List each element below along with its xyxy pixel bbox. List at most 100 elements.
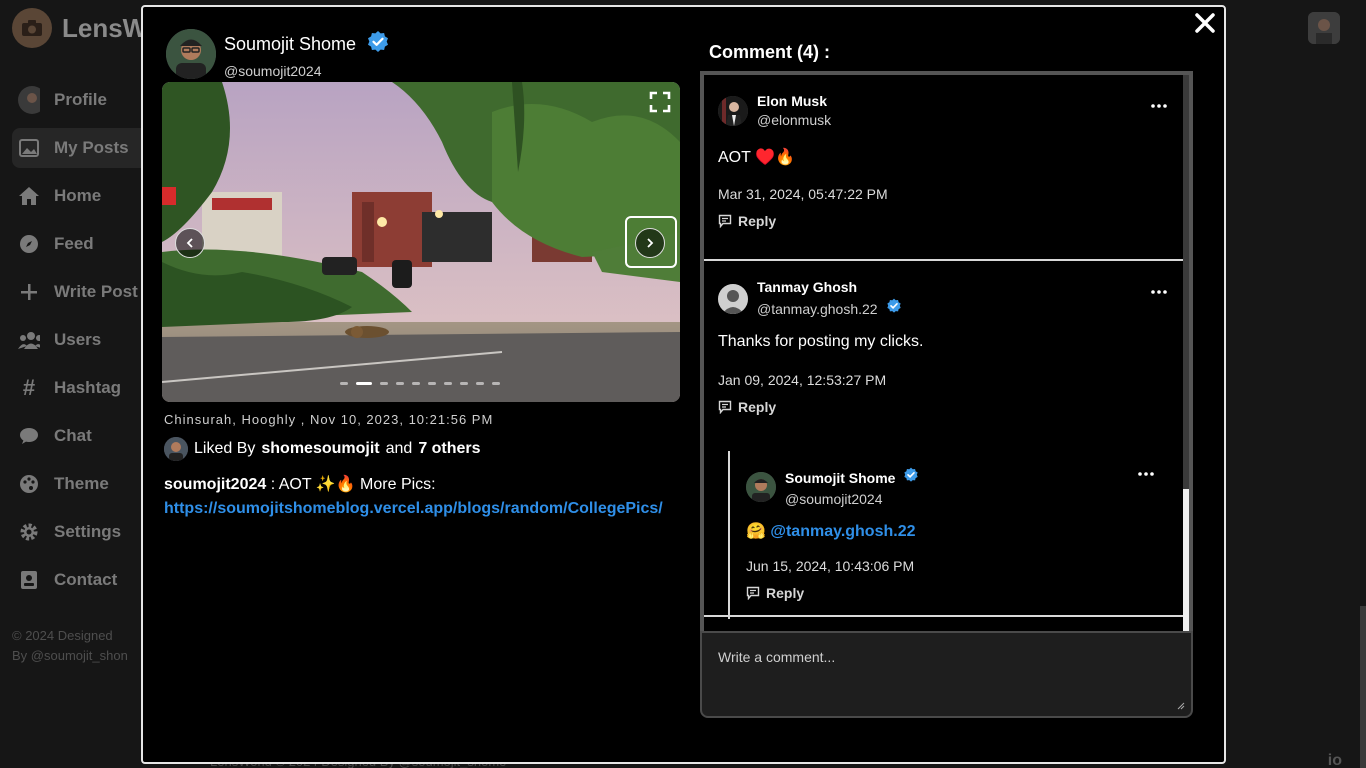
sidebar-item-hashtag[interactable]: # Hashtag — [12, 368, 152, 408]
more-options-icon[interactable] — [1151, 281, 1167, 299]
post-image — [162, 82, 680, 402]
carousel-next-button[interactable] — [635, 228, 665, 258]
users-icon — [18, 329, 40, 351]
mention-link[interactable]: @tanmay.ghosh.22 — [770, 523, 915, 540]
reply-button[interactable]: Reply — [718, 213, 776, 229]
carousel-indicators — [340, 382, 500, 385]
comment-input[interactable] — [702, 633, 1191, 716]
sidebar-item-label: Home — [54, 186, 102, 205]
comment-timestamp: Jan 09, 2024, 12:53:27 PM — [718, 372, 887, 388]
sidebar-item-theme[interactable]: Theme — [12, 464, 152, 504]
carousel-dot[interactable] — [396, 382, 404, 385]
liked-by-user[interactable]: shomesoumojit — [261, 440, 379, 458]
comment-author-name[interactable]: Elon Musk — [757, 93, 827, 109]
verified-badge-icon — [886, 298, 902, 319]
image-icon — [18, 137, 40, 159]
carousel-dot[interactable] — [412, 382, 420, 385]
close-button[interactable] — [1191, 9, 1219, 37]
carousel-dot[interactable] — [460, 382, 468, 385]
carousel-prev-button[interactable] — [175, 228, 205, 258]
sidebar-item-label: Write Post — [54, 282, 138, 301]
sidebar-item-chat[interactable]: Chat — [12, 416, 152, 456]
carousel-dot[interactable] — [340, 382, 348, 385]
likes-summary[interactable]: Liked By shomesoumojit and 7 others — [164, 437, 481, 461]
carousel-dot[interactable] — [476, 382, 484, 385]
page-scrollbar[interactable] — [1360, 606, 1366, 768]
caption-username[interactable]: soumojit2024 — [164, 476, 266, 493]
palette-icon — [18, 473, 40, 495]
sidebar-item-label: Feed — [54, 234, 94, 253]
fullscreen-icon — [649, 91, 671, 113]
comment-text: Thanks for posting my clicks. — [718, 333, 924, 350]
sidebar-item-settings[interactable]: Settings — [12, 512, 152, 552]
sidebar-item-home[interactable]: Home — [12, 176, 152, 216]
carousel-dot[interactable] — [428, 382, 436, 385]
comment-timestamp: Mar 31, 2024, 05:47:22 PM — [718, 186, 888, 202]
sidebar-item-label: Contact — [54, 570, 118, 589]
chat-icon — [18, 425, 40, 447]
sidebar-item-profile[interactable]: Profile — [12, 80, 152, 120]
comments-title: Comment (4) : — [709, 42, 830, 62]
comment-item: Tanmay Ghosh @tanmay.ghosh.22 Thanks for… — [704, 261, 1187, 619]
plus-icon — [18, 281, 40, 303]
more-options-icon[interactable] — [1138, 463, 1154, 481]
carousel-dot[interactable] — [444, 382, 452, 385]
sidebar-item-users[interactable]: Users — [12, 320, 152, 360]
avatar[interactable] — [718, 95, 748, 126]
app-logo[interactable]: LensW — [12, 8, 147, 48]
avatar[interactable] — [166, 29, 216, 79]
avatar[interactable] — [718, 284, 748, 314]
more-options-icon[interactable] — [1151, 95, 1167, 113]
comment-author-handle: @tanmay.ghosh.22 — [757, 300, 878, 317]
sidebar-item-write-post[interactable]: Write Post — [12, 272, 152, 312]
post-location-date: Chinsurah, Hooghly , Nov 10, 2023, 10:21… — [164, 412, 494, 427]
post-caption: soumojit2024 : AOT ✨🔥 More Pics: https:/… — [164, 473, 684, 521]
sidebar-item-label: Settings — [54, 522, 122, 541]
liked-by-prefix: Liked By — [194, 440, 256, 457]
comments-list[interactable]: Elon Musk @elonmusk AOT ♥️🔥 Mar 31, 2024… — [700, 71, 1193, 633]
compass-icon — [18, 233, 40, 255]
sidebar-item-label: Profile — [54, 90, 107, 109]
comment-timestamp: Jun 15, 2024, 10:43:06 PM — [746, 558, 915, 574]
sidebar-item-contact[interactable]: Contact — [12, 560, 152, 600]
comment-emoji: 🤗 — [746, 523, 766, 540]
avatar — [18, 86, 40, 114]
caption-link[interactable]: https://soumojitshomeblog.vercel.app/blo… — [164, 500, 663, 517]
liked-by-others[interactable]: 7 others — [418, 440, 480, 458]
fullscreen-button[interactable] — [648, 90, 672, 114]
sidebar-footer: © 2024 Designed By @soumojit_shon — [12, 626, 128, 666]
close-icon — [1195, 13, 1215, 33]
footer-line: By @soumojit_shon — [12, 648, 128, 663]
reply-icon — [718, 214, 732, 228]
app-logo-text: LensW — [62, 12, 148, 43]
chevron-right-icon — [647, 238, 654, 248]
liked-by-and: and — [385, 440, 413, 457]
author-name[interactable]: Soumojit Shome — [224, 34, 356, 55]
sidebar-item-label: Theme — [54, 474, 109, 493]
avatar[interactable] — [746, 472, 776, 502]
carousel-dot[interactable] — [492, 382, 500, 385]
sidebar-item-feed[interactable]: Feed — [12, 224, 152, 264]
home-icon — [18, 185, 40, 207]
image-carousel[interactable] — [162, 82, 680, 402]
resize-handle-icon[interactable] — [1177, 702, 1185, 710]
contact-icon — [18, 569, 40, 591]
user-avatar[interactable] — [1308, 12, 1340, 44]
reply-label: Reply — [738, 213, 777, 229]
sidebar-item-label: My Posts — [54, 138, 129, 157]
hash-icon: # — [22, 375, 36, 400]
comments-scrollbar-thumb[interactable] — [1183, 489, 1189, 633]
footer-line: © 2024 Designed — [12, 628, 113, 643]
comment-input-container — [700, 631, 1193, 718]
comments-scrollbar[interactable] — [1183, 75, 1189, 633]
sidebar-item-my-posts[interactable]: My Posts — [12, 128, 152, 168]
reply-button[interactable]: Reply — [718, 399, 776, 415]
carousel-dot[interactable] — [356, 382, 372, 385]
comment-author-name[interactable]: Soumojit Shome — [785, 470, 895, 486]
comment-author-name[interactable]: Tanmay Ghosh — [757, 279, 857, 295]
carousel-dot[interactable] — [380, 382, 388, 385]
reply-button[interactable]: Reply — [746, 585, 804, 601]
post-author[interactable]: Soumojit Shome @soumojit2024 — [166, 29, 390, 79]
gear-icon — [18, 521, 40, 543]
comment-item: Elon Musk @elonmusk AOT ♥️🔥 Mar 31, 2024… — [704, 75, 1187, 261]
